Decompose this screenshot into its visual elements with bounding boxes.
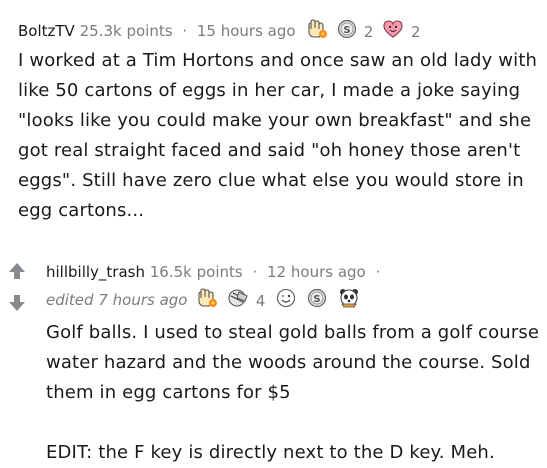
comment-body: I worked at a Tim Hortons and once saw a… bbox=[18, 46, 543, 226]
timestamp[interactable]: 12 hours ago bbox=[267, 263, 366, 281]
upvote-arrow-icon[interactable] bbox=[8, 262, 26, 280]
comment-hillbilly-trash: hillbilly_trash 16.5k points · 12 hours … bbox=[0, 250, 547, 468]
svg-text:S: S bbox=[344, 25, 351, 36]
silver-coin-award-icon[interactable]: S bbox=[337, 19, 357, 44]
username-link[interactable]: hillbilly_trash bbox=[46, 263, 145, 281]
award-count: 2 bbox=[363, 22, 374, 41]
comment-paragraph: I worked at a Tim Hortons and once saw a… bbox=[18, 50, 538, 221]
award-count: 2 bbox=[411, 22, 421, 41]
award-count: 4 bbox=[255, 291, 266, 310]
wink-face-award-icon[interactable] bbox=[276, 288, 296, 313]
comment-meta: hillbilly_trash 16.5k points · 12 hours … bbox=[46, 262, 385, 282]
helpful-hand-award-icon[interactable] bbox=[196, 288, 218, 313]
facepalm-award-icon[interactable] bbox=[227, 288, 249, 313]
comment-body: Golf balls. I used to steal gold balls f… bbox=[46, 318, 546, 468]
edited-label: edited 7 hours ago bbox=[46, 291, 188, 309]
points-label: 16.5k points bbox=[149, 263, 243, 281]
points-label: 25.3k points bbox=[79, 22, 173, 40]
username-link[interactable]: BoltzTV bbox=[18, 22, 75, 40]
comment-boltztv: BoltzTV 25.3k points · 15 hours ago S 2 bbox=[0, 0, 547, 244]
comment-meta-awards: edited 7 hours ago 4 S bbox=[46, 288, 360, 313]
helpful-hand-award-icon[interactable] bbox=[306, 19, 328, 44]
timestamp[interactable]: 15 hours ago bbox=[197, 22, 296, 40]
comment-meta: BoltzTV 25.3k points · 15 hours ago S 2 bbox=[18, 19, 425, 44]
panda-award-icon[interactable] bbox=[338, 288, 360, 313]
svg-text:S: S bbox=[313, 294, 320, 305]
silver-coin-award-icon[interactable]: S bbox=[307, 288, 327, 313]
comment-paragraph-edit: EDIT: the F key is directly next to the … bbox=[46, 442, 495, 463]
meta-separator: · bbox=[375, 263, 381, 281]
meta-separator: · bbox=[252, 263, 258, 281]
downvote-arrow-icon[interactable] bbox=[8, 294, 26, 312]
meta-separator: · bbox=[182, 22, 188, 40]
wholesome-heart-award-icon[interactable] bbox=[382, 19, 404, 44]
comment-paragraph: Golf balls. I used to steal gold balls f… bbox=[46, 322, 540, 403]
